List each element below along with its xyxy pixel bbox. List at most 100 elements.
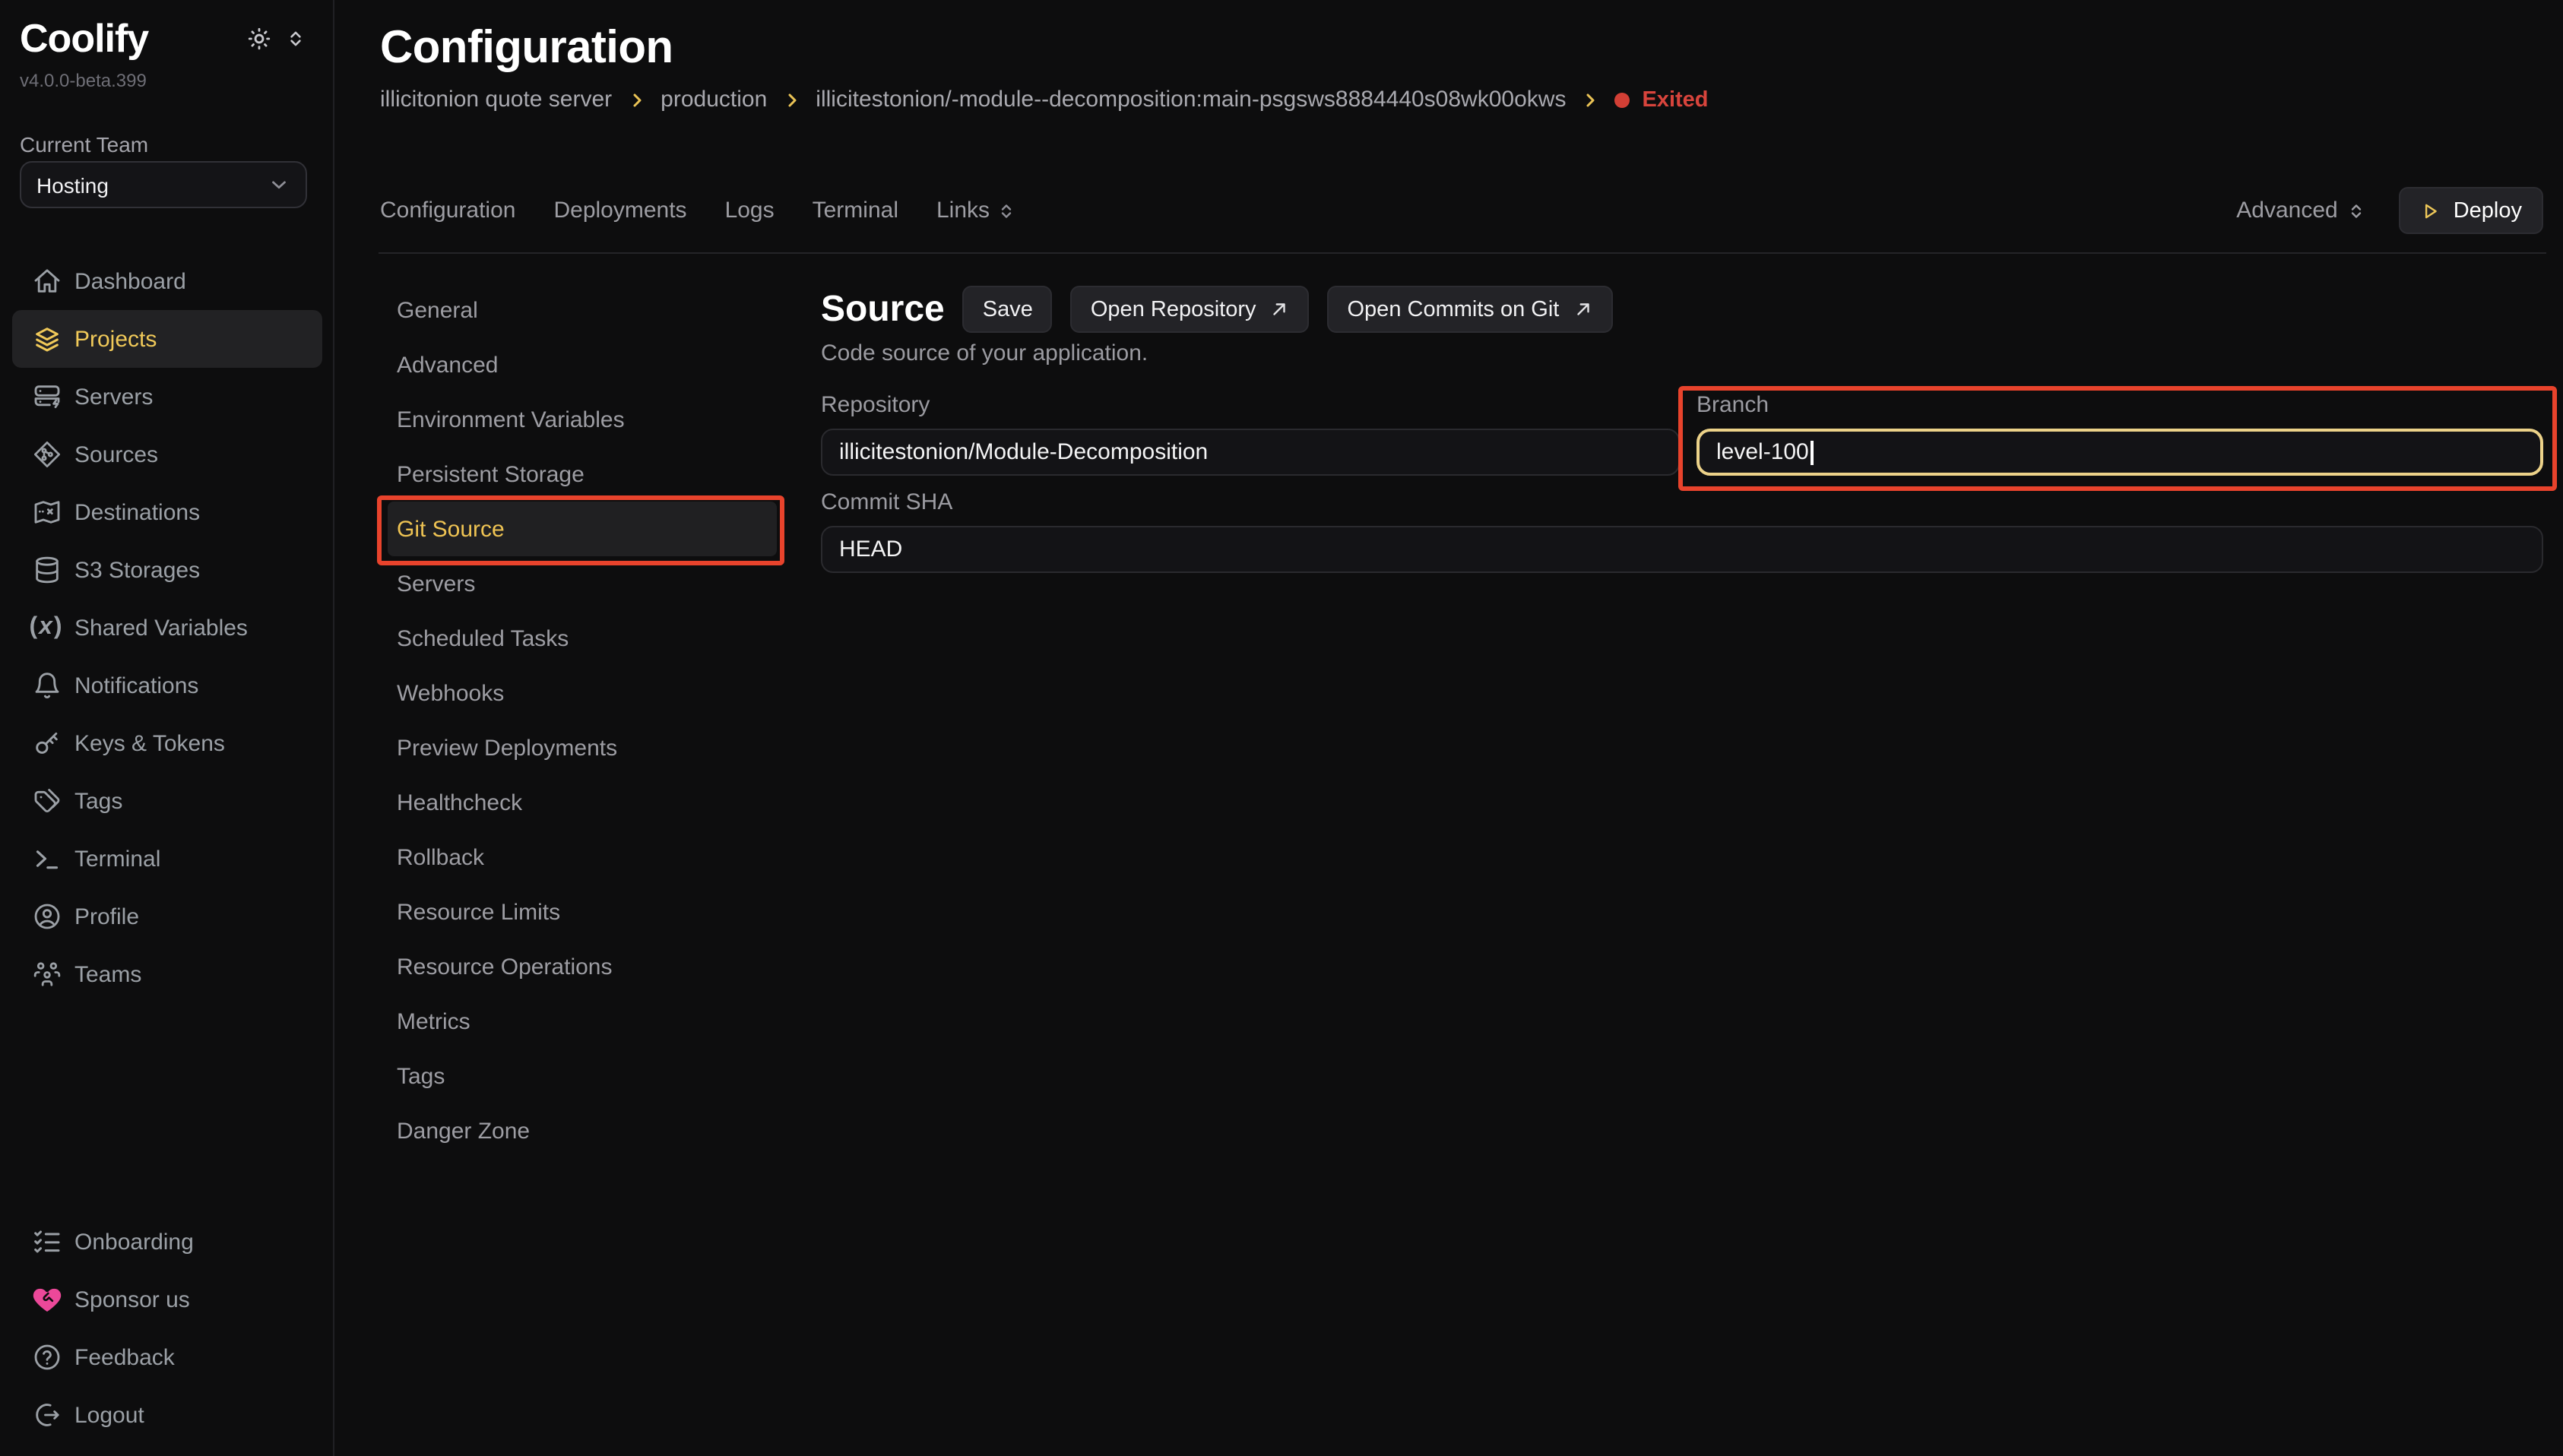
app-logo: Coolify (20, 15, 148, 62)
current-team-label: Current Team (20, 132, 148, 157)
chevron-right-icon (627, 90, 645, 109)
sidebar-item-label: Logout (74, 1402, 144, 1428)
open-repository-label: Open Repository (1091, 297, 1256, 321)
section-description: Code source of your application. (821, 340, 1148, 366)
deploy-label: Deploy (2454, 198, 2522, 223)
play-icon (2420, 200, 2440, 221)
bell-icon (30, 669, 62, 701)
sidebar-item-label: Teams (74, 961, 141, 987)
repository-label: Repository (821, 392, 1680, 419)
team-select[interactable]: Hosting (20, 161, 307, 208)
tab-terminal[interactable]: Terminal (813, 198, 898, 223)
sidebar-item-label: Onboarding (74, 1229, 194, 1255)
subnav-preview-deployments[interactable]: Preview Deployments (388, 720, 777, 775)
status-text: Exited (1642, 87, 1708, 112)
subnav-webhooks[interactable]: Webhooks (388, 666, 777, 720)
chevron-right-icon (1581, 90, 1599, 109)
subnav-tags[interactable]: Tags (388, 1049, 777, 1103)
sidebar-item-destinations[interactable]: Destinations (12, 483, 322, 541)
tab-deployments[interactable]: Deployments (553, 198, 686, 223)
app-version: v4.0.0-beta.399 (20, 70, 147, 91)
repository-field: Repository illicitestonion/Module-Decomp… (821, 392, 1680, 476)
breadcrumb-application[interactable]: illicitestonion/-module--decomposition:m… (816, 87, 1566, 112)
section-heading: Source (821, 288, 945, 331)
repository-value: illicitestonion/Module-Decomposition (839, 439, 1208, 465)
commit-sha-field: Commit SHA HEAD (821, 489, 2543, 573)
subnav-general[interactable]: General (388, 283, 777, 337)
git-source-icon (30, 438, 62, 470)
sidebar-bottom-nav: Onboarding Sponsor us Feedback Logout (12, 1213, 322, 1444)
tab-logs[interactable]: Logs (725, 198, 775, 223)
subnav-resource-limits[interactable]: Resource Limits (388, 885, 777, 939)
checklist-icon (30, 1226, 62, 1258)
breadcrumb-environment[interactable]: production (661, 87, 767, 112)
database-icon (30, 554, 62, 586)
variable-icon: (x) (30, 612, 62, 644)
tab-configuration[interactable]: Configuration (380, 198, 515, 223)
subnav-scheduled-tasks[interactable]: Scheduled Tasks (388, 611, 777, 666)
app-window: Coolify (0, 0, 2563, 1456)
sidebar-item-profile[interactable]: Profile (12, 888, 322, 945)
sidebar-item-dashboard[interactable]: Dashboard (12, 252, 322, 310)
sidebar-item-label: Servers (74, 384, 153, 410)
sidebar-item-logout[interactable]: Logout (12, 1386, 322, 1444)
subnav-advanced[interactable]: Advanced (388, 337, 777, 392)
sidebar-item-feedback[interactable]: Feedback (12, 1328, 322, 1386)
sidebar-item-label: Projects (74, 326, 157, 352)
sidebar-item-label: Sponsor us (74, 1287, 190, 1312)
sidebar-item-s3-storages[interactable]: S3 Storages (12, 541, 322, 599)
repository-input[interactable]: illicitestonion/Module-Decomposition (821, 429, 1680, 476)
server-icon (30, 381, 62, 413)
open-repository-button[interactable]: Open Repository (1071, 286, 1310, 333)
sidebar-item-label: Dashboard (74, 268, 186, 294)
user-circle-icon (30, 901, 62, 932)
sun-icon (246, 26, 272, 52)
subnav-environment-variables[interactable]: Environment Variables (388, 392, 777, 447)
sidebar-item-terminal[interactable]: Terminal (12, 830, 322, 888)
tab-links-label: Links (936, 198, 990, 223)
terminal-icon (30, 843, 62, 875)
subnav-rollback[interactable]: Rollback (388, 830, 777, 885)
tab-bar: Configuration Deployments Logs Terminal … (380, 187, 2543, 234)
branch-field: Branch level-100 (1697, 392, 2543, 476)
key-icon (30, 727, 62, 759)
subnav-git-source[interactable]: Git Source (388, 502, 777, 556)
theme-selector-button[interactable] (286, 29, 306, 49)
commit-sha-value: HEAD (839, 537, 902, 562)
breadcrumb-project[interactable]: illicitonion quote server (380, 87, 612, 112)
subnav-metrics[interactable]: Metrics (388, 994, 777, 1049)
sidebar-item-keys-tokens[interactable]: Keys & Tokens (12, 714, 322, 772)
page-title: Configuration (380, 21, 673, 76)
chevrons-up-down-icon (286, 29, 306, 49)
branch-input[interactable]: level-100 (1697, 429, 2543, 476)
sidebar-item-projects[interactable]: Projects (12, 310, 322, 368)
sidebar-item-label: Sources (74, 442, 158, 467)
save-button[interactable]: Save (963, 286, 1053, 333)
subnav-healthcheck[interactable]: Healthcheck (388, 775, 777, 830)
config-subnav: General Advanced Environment Variables P… (388, 283, 777, 1158)
subnav-persistent-storage[interactable]: Persistent Storage (388, 447, 777, 502)
advanced-label: Advanced (2236, 198, 2337, 223)
logout-icon (30, 1399, 62, 1431)
sidebar-item-notifications[interactable]: Notifications (12, 657, 322, 714)
tab-links[interactable]: Links (936, 198, 1015, 223)
sidebar-item-teams[interactable]: Teams (12, 945, 322, 1003)
sidebar-item-sponsor[interactable]: Sponsor us (12, 1271, 322, 1328)
sidebar-item-servers[interactable]: Servers (12, 368, 322, 426)
subnav-danger-zone[interactable]: Danger Zone (388, 1103, 777, 1158)
home-icon (30, 265, 62, 297)
theme-toggle-button[interactable] (246, 26, 272, 52)
sidebar-item-shared-variables[interactable]: (x) Shared Variables (12, 599, 322, 657)
sidebar-item-onboarding[interactable]: Onboarding (12, 1213, 322, 1271)
layers-icon (30, 323, 62, 355)
subnav-servers[interactable]: Servers (388, 556, 777, 611)
commit-sha-input[interactable]: HEAD (821, 526, 2543, 573)
subnav-resource-operations[interactable]: Resource Operations (388, 939, 777, 994)
external-link-icon (1573, 299, 1592, 319)
deploy-button[interactable]: Deploy (2399, 187, 2543, 234)
advanced-menu-button[interactable]: Advanced (2236, 198, 2365, 223)
sidebar-item-tags[interactable]: Tags (12, 772, 322, 830)
open-commits-button[interactable]: Open Commits on Git (1328, 286, 1613, 333)
status-dot-icon (1614, 92, 1630, 107)
sidebar-item-sources[interactable]: Sources (12, 426, 322, 483)
